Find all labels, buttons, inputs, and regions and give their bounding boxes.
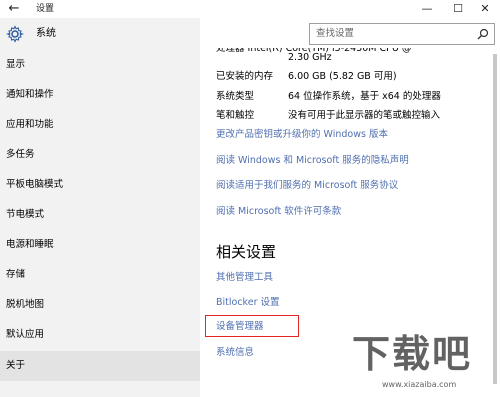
pen-touch-row: 笔和触控 没有可用于此显示器的笔或触控输入 xyxy=(216,109,440,123)
sidebar-item-about[interactable]: 关于 xyxy=(0,351,200,381)
search-input[interactable]: 查找设置 xyxy=(309,23,495,45)
close-button[interactable]: ✕ xyxy=(470,0,500,18)
maximize-button[interactable]: ☐ xyxy=(443,0,473,18)
system-type-value: 64 位操作系统，基于 x64 的处理器 xyxy=(288,91,441,102)
sidebar-item-battery-saver[interactable]: 节电模式 xyxy=(0,200,200,230)
sidebar-item-display[interactable]: 显示 xyxy=(0,50,200,80)
sidebar-item-multitasking[interactable]: 多任务 xyxy=(0,140,200,170)
system-type-row: 系统类型 64 位操作系统，基于 x64 的处理器 xyxy=(216,90,441,104)
sidebar-item-default-apps[interactable]: 默认应用 xyxy=(0,320,200,350)
related-settings-heading: 相关设置 xyxy=(216,243,277,261)
sidebar-item-offline-maps[interactable]: 脱机地图 xyxy=(0,290,200,320)
search-icon[interactable] xyxy=(477,28,489,40)
window-title: 设置 xyxy=(36,4,55,14)
watermark-logo: 下载吧 www.xiazaiba.com xyxy=(352,332,497,396)
sidebar-header: 系统 xyxy=(0,18,200,50)
gear-icon xyxy=(6,25,24,43)
sidebar-title: 系统 xyxy=(36,28,56,39)
pen-touch-value: 没有可用于此显示器的笔或触控输入 xyxy=(288,110,441,121)
system-info-link[interactable]: 系统信息 xyxy=(216,346,254,360)
minimize-button[interactable]: — xyxy=(412,0,442,18)
privacy-statement-link[interactable]: 阅读 Windows 和 Microsoft 服务的隐私声明 xyxy=(216,154,409,168)
sidebar-item-power-sleep[interactable]: 电源和睡眠 xyxy=(0,230,200,260)
watermark-text: 下载吧 xyxy=(352,332,473,376)
bitlocker-link[interactable]: Bitlocker 设置 xyxy=(216,296,280,310)
sidebar-item-tablet-mode[interactable]: 平板电脑模式 xyxy=(0,170,200,200)
memory-label: 已安装的内存 xyxy=(216,71,274,82)
sidebar-item-apps[interactable]: 应用和功能 xyxy=(0,110,200,140)
change-product-key-link[interactable]: 更改产品密钥或升级你的 Windows 版本 xyxy=(216,128,388,142)
pen-touch-label: 笔和触控 xyxy=(216,110,255,121)
sidebar: 系统 显示 通知和操作 应用和功能 多任务 平板电脑模式 节电模式 电源和睡眠 … xyxy=(0,18,200,397)
device-manager-highlight xyxy=(205,315,299,337)
memory-row: 已安装的内存 6.00 GB (5.82 GB 可用) xyxy=(216,70,397,84)
sidebar-item-storage[interactable]: 存储 xyxy=(0,260,200,290)
memory-value: 6.00 GB (5.82 GB 可用) xyxy=(288,71,397,82)
watermark-url: www.xiazaiba.com xyxy=(382,380,457,389)
license-terms-link[interactable]: 阅读 Microsoft 软件许可条款 xyxy=(216,205,341,219)
back-arrow-icon[interactable]: ← xyxy=(6,1,22,17)
sidebar-item-notifications[interactable]: 通知和操作 xyxy=(0,80,200,110)
processor-speed: 2.30 GHz xyxy=(288,52,332,63)
search-placeholder: 查找设置 xyxy=(316,28,355,39)
service-agreement-link[interactable]: 阅读适用于我们服务的 Microsoft 服务协议 xyxy=(216,179,398,193)
admin-tools-link[interactable]: 其他管理工具 xyxy=(216,271,273,285)
system-type-label: 系统类型 xyxy=(216,91,255,102)
title-bar: ← 设置 — ☐ ✕ xyxy=(0,0,500,18)
